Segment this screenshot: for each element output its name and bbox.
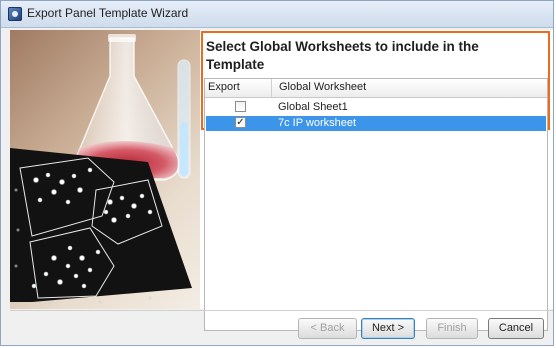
column-divider[interactable] <box>271 79 272 97</box>
wizard-illustration-image <box>10 30 200 309</box>
column-header-global-worksheet[interactable]: Global Worksheet <box>279 81 366 93</box>
flask-and-scatter-illustration <box>10 34 192 306</box>
title-bar: Export Panel Template Wizard <box>1 1 553 28</box>
step-heading: Select Global Worksheets to include in t… <box>206 39 479 72</box>
wizard-app-icon <box>8 7 22 21</box>
table-header: Export Global Worksheet <box>205 79 547 98</box>
finish-button[interactable]: Finish <box>426 318 478 339</box>
table-row-selected[interactable]: ✓ 7c IP worksheet <box>206 116 546 131</box>
window-title: Export Panel Template Wizard <box>27 6 189 20</box>
table-row[interactable]: Global Sheet1 <box>206 100 546 115</box>
footer-divider <box>10 310 553 311</box>
back-button[interactable]: < Back <box>298 318 357 339</box>
export-checkbox-checked[interactable]: ✓ <box>235 117 246 128</box>
wizard-content-panel: Select Global Worksheets to include in t… <box>200 30 553 331</box>
export-checkbox[interactable] <box>235 101 246 112</box>
checkmark-icon: ✓ <box>236 117 245 128</box>
global-worksheets-table: Export Global Worksheet Global Sheet1 ✓ … <box>204 78 548 331</box>
worksheet-name: 7c IP worksheet <box>278 117 357 129</box>
cancel-button[interactable]: Cancel <box>488 318 544 339</box>
worksheet-name: Global Sheet1 <box>278 101 348 113</box>
next-button[interactable]: Next > <box>361 318 415 339</box>
column-header-export[interactable]: Export <box>208 81 240 93</box>
